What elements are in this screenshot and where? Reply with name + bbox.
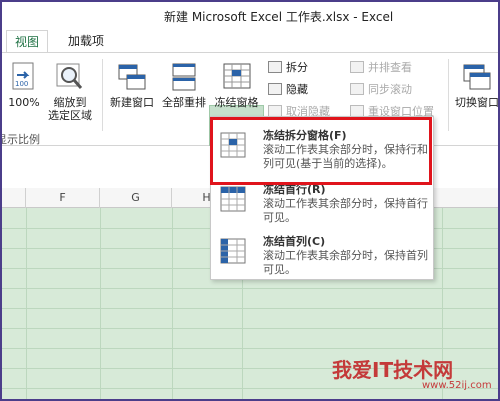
grid-col-line bbox=[26, 208, 27, 399]
freeze-first-column-icon bbox=[220, 238, 246, 264]
watermark-url: www.52ij.com bbox=[422, 380, 492, 391]
freeze-top-row-icon bbox=[220, 186, 246, 212]
excel-window: 新建 Microsoft Excel 工作表.xlsx - Excel 视图 加… bbox=[0, 0, 500, 401]
grid-row-line bbox=[2, 328, 498, 329]
arrange-all-label: 全部重排 bbox=[162, 96, 206, 109]
arrange-all-icon bbox=[172, 63, 196, 91]
watermark-text: 我爱IT技术网 bbox=[332, 358, 454, 382]
menu-item-desc: 滚动工作表其余部分时，保持首行可见。 bbox=[263, 197, 428, 224]
switch-windows-label: 切换窗口 bbox=[455, 96, 499, 109]
freeze-panes-label: 冻结窗格 bbox=[214, 96, 259, 109]
menu-item-freeze-first-column[interactable]: 冻结首列(C) 滚动工作表其余部分时，保持首列可见。 bbox=[211, 227, 433, 279]
zoom-100-icon: 100 bbox=[12, 62, 34, 90]
tab-view[interactable]: 视图 bbox=[6, 30, 49, 52]
zoom-to-selection-label-2: 选定区域 bbox=[48, 109, 92, 122]
hide-icon bbox=[268, 83, 282, 95]
column-header-f[interactable]: F bbox=[26, 188, 100, 208]
new-window-button[interactable]: 新建窗口 bbox=[106, 61, 158, 109]
grid-col-line bbox=[100, 208, 101, 399]
side-by-side-icon bbox=[350, 61, 364, 73]
new-window-label: 新建窗口 bbox=[110, 96, 154, 109]
arrange-all-button[interactable]: 全部重排 bbox=[158, 61, 210, 109]
split-icon bbox=[268, 61, 282, 73]
freeze-panes-icon bbox=[223, 63, 250, 89]
sync-scroll-button[interactable]: 同步滚动 bbox=[350, 81, 412, 99]
freeze-panes-button[interactable]: 冻结窗格 bbox=[209, 61, 264, 109]
zoom-to-selection-button[interactable]: 缩放到 选定区域 bbox=[42, 61, 98, 122]
svg-text:100: 100 bbox=[15, 80, 28, 88]
split-button[interactable]: 拆分 bbox=[268, 59, 308, 77]
split-label: 拆分 bbox=[286, 61, 308, 74]
menu-item-title: 冻结首列(C) bbox=[263, 235, 326, 248]
grid-row-line bbox=[2, 288, 498, 289]
switch-windows-button[interactable]: 切换窗口 bbox=[452, 61, 499, 109]
ribbon-separator bbox=[102, 59, 103, 131]
sync-scroll-icon bbox=[350, 83, 364, 95]
menu-item-desc: 滚动工作表其余部分时，保持首列可见。 bbox=[263, 249, 428, 276]
ribbon-tabs: 视图 加载项 bbox=[2, 30, 498, 52]
window-title: 新建 Microsoft Excel 工作表.xlsx - Excel bbox=[164, 10, 394, 24]
column-header-g[interactable]: G bbox=[100, 188, 172, 208]
switch-windows-icon bbox=[463, 64, 491, 90]
sync-scroll-label: 同步滚动 bbox=[368, 83, 412, 96]
hide-button[interactable]: 隐藏 bbox=[268, 81, 308, 99]
grid-col-line bbox=[172, 208, 173, 399]
view-side-by-side-label: 并排查看 bbox=[368, 61, 412, 74]
new-window-icon bbox=[118, 64, 146, 90]
title-bar: 新建 Microsoft Excel 工作表.xlsx - Excel bbox=[2, 2, 498, 30]
ribbon-separator bbox=[448, 59, 449, 131]
grid-row-line bbox=[2, 348, 498, 349]
view-side-by-side-button[interactable]: 并排查看 bbox=[350, 59, 412, 77]
tab-addins[interactable]: 加载项 bbox=[60, 30, 112, 52]
hide-label: 隐藏 bbox=[286, 83, 308, 96]
zoom-100-label: 100% bbox=[8, 96, 40, 109]
column-header-blank bbox=[2, 188, 26, 208]
magnifier-icon bbox=[56, 63, 83, 89]
grid-row-line bbox=[2, 308, 498, 309]
zoom-group-label: 显示比例 bbox=[0, 133, 40, 146]
zoom-100-button[interactable]: 100 100% bbox=[4, 61, 44, 109]
annotation-highlight-box bbox=[210, 117, 432, 185]
zoom-to-selection-label-1: 缩放到 bbox=[53, 96, 87, 109]
